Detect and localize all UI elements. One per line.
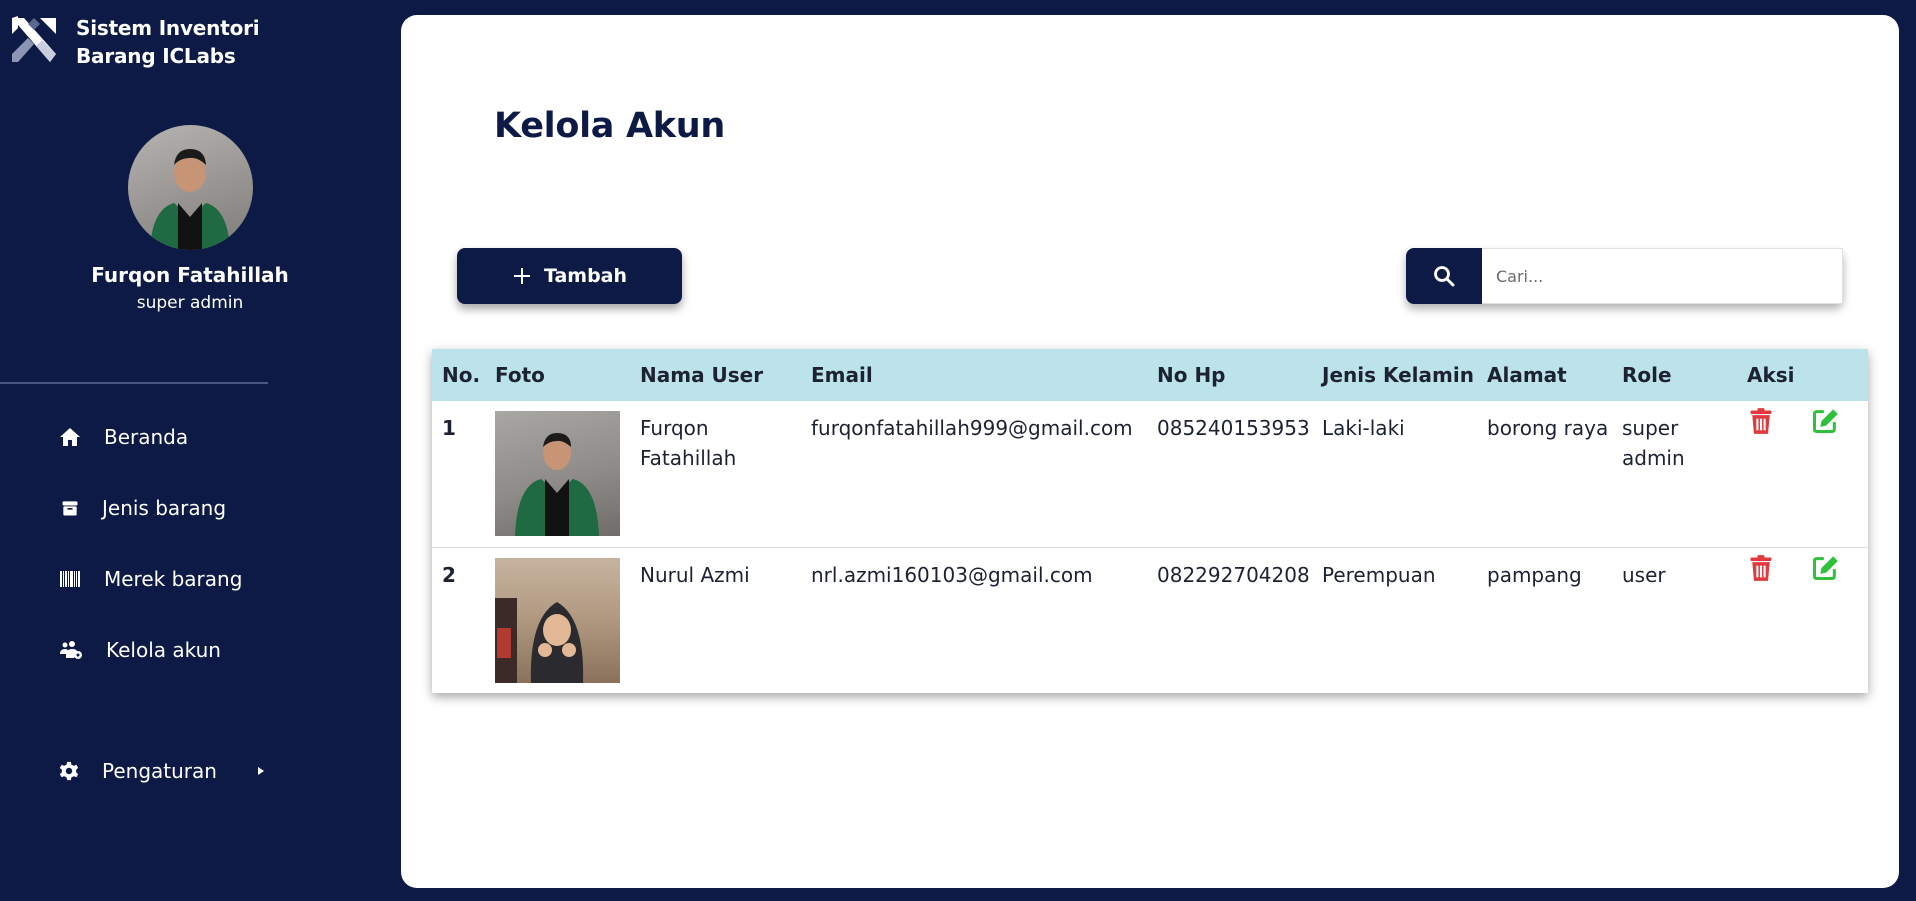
sidebar-item-merek-barang[interactable]: Merek barang (58, 567, 242, 591)
add-button-label: Tambah (543, 265, 628, 287)
cell-phone: 085240153953 (1157, 416, 1310, 440)
search-button[interactable] (1406, 248, 1482, 304)
app-title-line2: Barang ICLabs (76, 44, 236, 68)
accounts-table: No. Foto Nama User Email No Hp Jenis Kel… (432, 349, 1868, 693)
sidebar: Sistem Inventori Barang ICLabs Furqon Fa… (0, 0, 400, 901)
column-header: Aksi (1747, 363, 1795, 387)
search-input[interactable] (1482, 248, 1843, 304)
cell-role: super admin (1622, 416, 1685, 470)
avatar (128, 125, 253, 250)
column-header: No Hp (1157, 363, 1226, 387)
user-photo-image (495, 597, 584, 683)
edit-icon[interactable] (1811, 407, 1839, 435)
delete-icon[interactable] (1747, 407, 1775, 435)
cell-no: 2 (442, 562, 456, 587)
cell-actions (1737, 547, 1868, 693)
table-row: 2 Nurul Azmi nrl.azmi160103@gmail.com 08… (432, 547, 1868, 693)
column-header: Jenis Kelamin (1322, 363, 1474, 387)
cell-email: nrl.azmi160103@gmail.com (811, 562, 1093, 587)
avatar-photo (150, 149, 230, 250)
user-photo (495, 411, 620, 536)
cell-role: user (1622, 562, 1666, 587)
add-button[interactable]: Tambah (457, 248, 682, 304)
column-header: Role (1622, 363, 1672, 387)
column-header: Alamat (1487, 363, 1567, 387)
profile-name: Furqon Fatahillah (91, 263, 289, 287)
barcode-icon (60, 571, 80, 587)
search-icon (1434, 266, 1455, 287)
plus-icon (513, 268, 530, 284)
box-icon (62, 501, 78, 516)
cell-address: borong raya (1487, 416, 1609, 440)
cell-gender: Laki-laki (1322, 416, 1405, 440)
table-row: 1 Furqon Fatahillah furqonfatahillah999@… (432, 401, 1868, 547)
sidebar-item-label: Merek barang (104, 567, 243, 591)
app-title-line1: Sistem Inventori (76, 16, 260, 40)
cell-photo (485, 547, 630, 693)
cell-name: Furqon Fatahillah (640, 416, 737, 470)
profile-role: super admin (136, 293, 244, 313)
gear-icon (59, 761, 79, 781)
table-header-row: No. Foto Nama User Email No Hp Jenis Kel… (432, 349, 1868, 401)
home-icon (60, 428, 80, 446)
cell-name: Nurul Azmi (640, 562, 750, 587)
users-cog-icon (60, 641, 82, 659)
logo-icon (12, 16, 56, 62)
column-header: Foto (495, 363, 545, 387)
search-bar (1406, 248, 1843, 304)
column-header: No. (442, 363, 481, 387)
app-title: Sistem Inventori Barang ICLabs (76, 14, 260, 70)
page-title: Kelola Akun (494, 106, 725, 146)
cell-gender: Perempuan (1322, 562, 1436, 587)
cell-no: 1 (442, 416, 456, 440)
column-header: Email (811, 363, 873, 387)
sidebar-item-kelola-akun[interactable]: Kelola akun (58, 638, 221, 662)
sidebar-item-jenis-barang[interactable]: Jenis barang (58, 496, 226, 520)
column-header: Nama User (640, 363, 764, 387)
sidebar-divider (0, 382, 268, 384)
brand[interactable]: Sistem Inventori Barang ICLabs (10, 14, 260, 70)
cell-address: pampang (1487, 562, 1582, 587)
sidebar-item-pengaturan[interactable]: Pengaturan (58, 759, 267, 783)
cell-email: furqonfatahillah999@gmail.com (811, 416, 1133, 440)
delete-icon[interactable] (1747, 554, 1775, 582)
caret-right-icon (257, 767, 264, 775)
cell-phone: 082292704208 (1157, 562, 1310, 587)
sidebar-item-label: Beranda (104, 425, 189, 449)
user-photo (495, 557, 620, 683)
sidebar-item-beranda[interactable]: Beranda (58, 425, 188, 449)
cell-photo (485, 401, 630, 547)
sidebar-item-label: Jenis barang (102, 496, 227, 520)
sidebar-item-label: Kelola akun (106, 638, 221, 662)
cell-actions (1737, 401, 1868, 547)
user-photo-image (515, 433, 599, 536)
edit-icon[interactable] (1811, 554, 1839, 582)
sidebar-item-label: Pengaturan (102, 759, 217, 783)
